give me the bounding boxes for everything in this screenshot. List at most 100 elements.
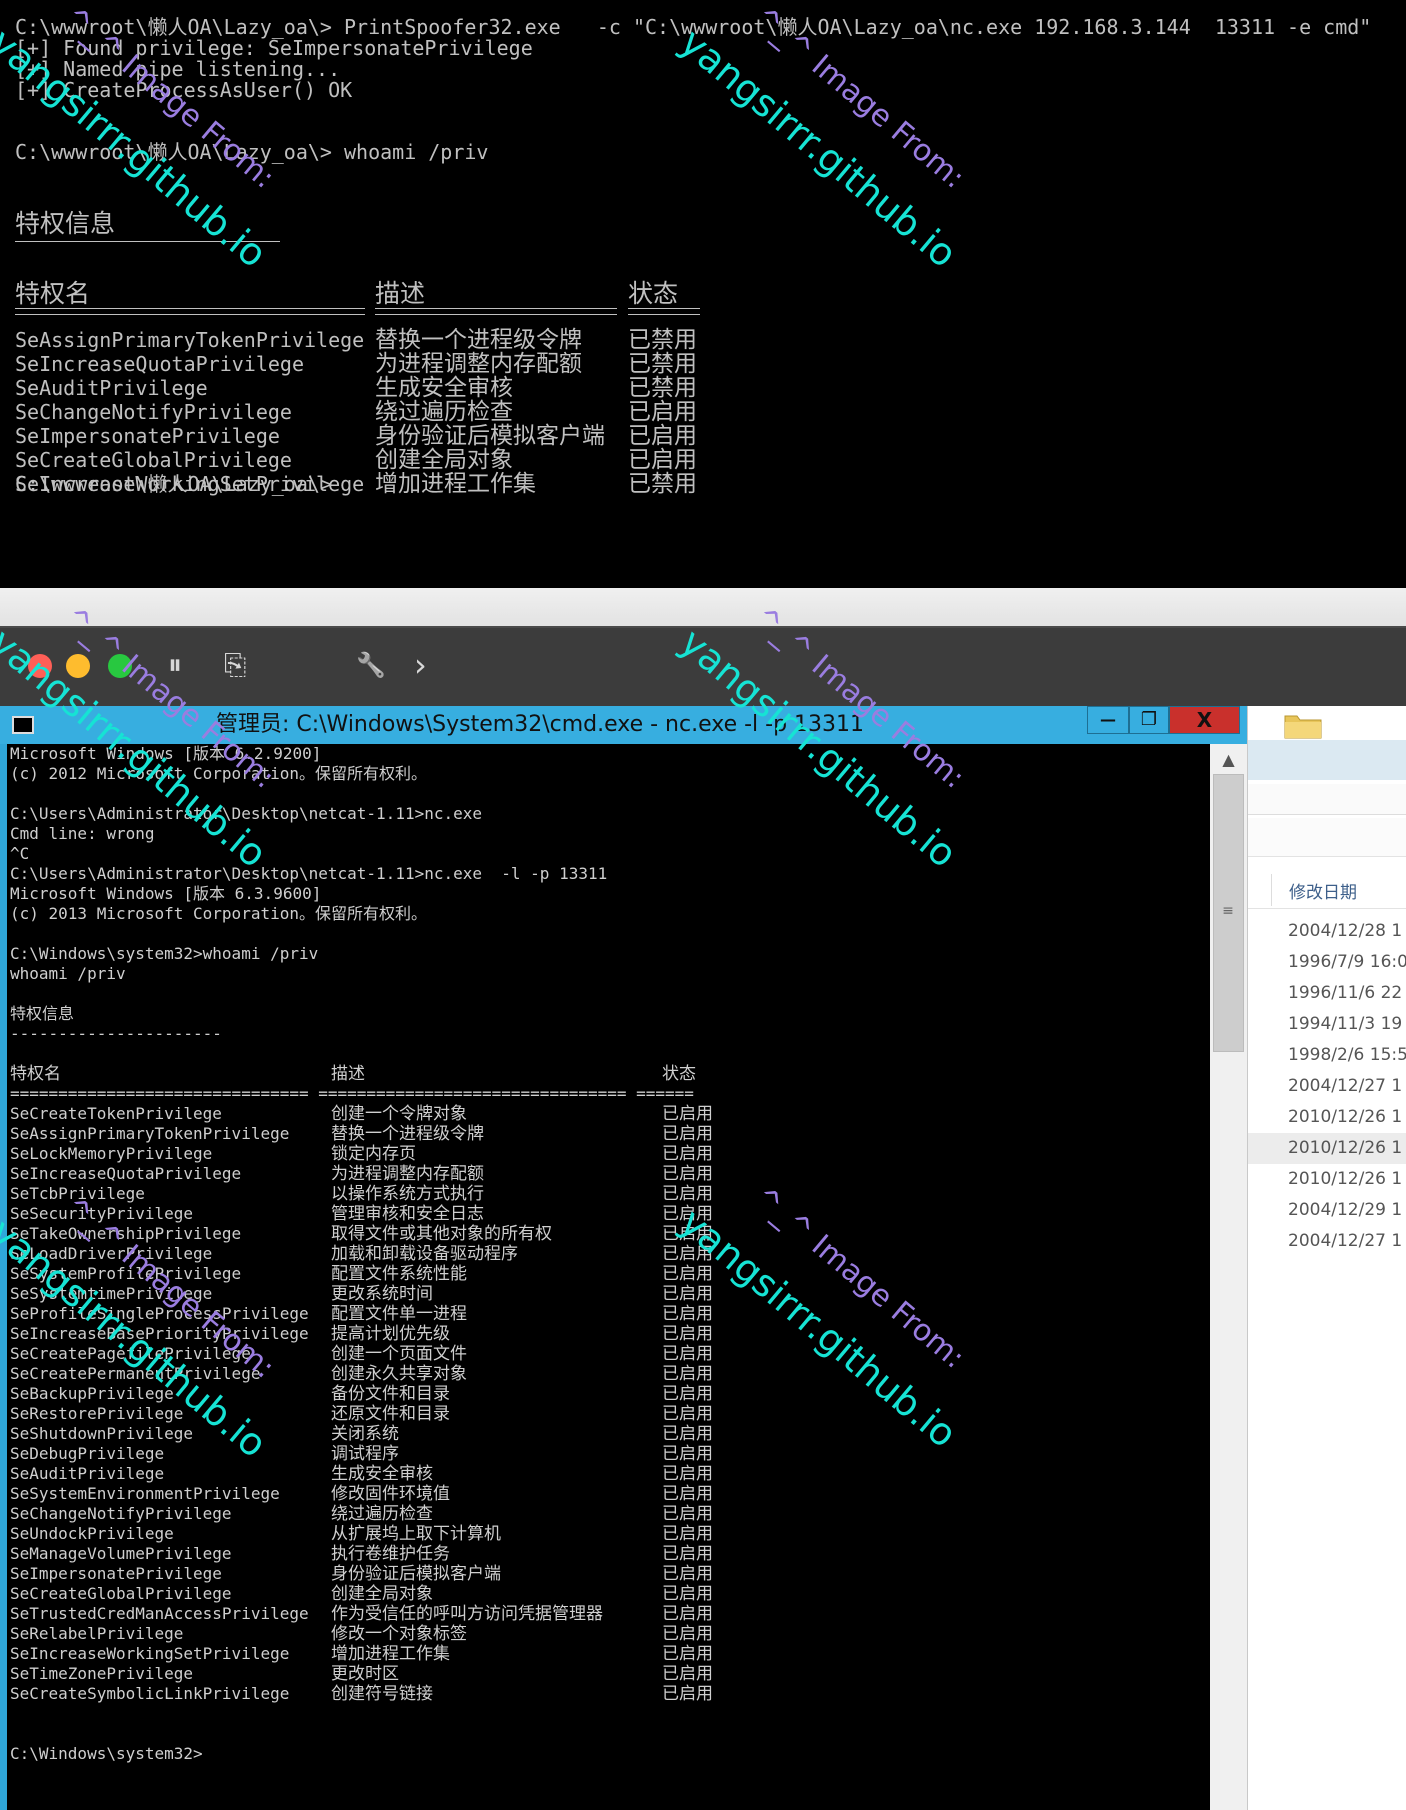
privilege-state: 已启用 [662, 1564, 713, 1584]
privilege-state: 已启用 [662, 1404, 713, 1424]
privilege-description: 还原文件和目录 [331, 1404, 450, 1424]
privilege-description: 绕过遍历检查 [331, 1504, 433, 1524]
cmd-header-desc: 描述 [331, 1064, 365, 1084]
privilege-description: 生成安全审核 [331, 1464, 433, 1484]
close-traffic-light[interactable] [28, 654, 52, 678]
file-row[interactable]: 2010/12/26 1 [1248, 1102, 1406, 1133]
cmd-header-state: 状态 [662, 1064, 696, 1084]
explorer-address-bar[interactable] [1248, 784, 1406, 815]
privilege-description: 替换一个进程级令牌 [375, 327, 582, 353]
file-row[interactable]: 1996/7/9 16:0 [1248, 947, 1406, 978]
pause-icon[interactable]: ⏸ [168, 648, 182, 682]
privilege-state: 已启用 [662, 1244, 713, 1264]
privilege-name: SeTakeOwnershipPrivilege [10, 1224, 242, 1243]
privilege-description: 创建符号链接 [331, 1684, 433, 1704]
privilege-state: 已禁用 [628, 327, 697, 353]
wrench-icon[interactable]: 🔧 [356, 648, 386, 682]
file-modified-date: 1996/11/6 22 [1288, 983, 1403, 1003]
privilege-description: 取得文件或其他对象的所有权 [331, 1224, 552, 1244]
privilege-description: 作为受信任的呼叫方访问凭据管理器 [331, 1604, 603, 1624]
privilege-description: 为进程调整内存配额 [331, 1164, 484, 1184]
file-row[interactable]: 1996/11/6 22 [1248, 978, 1406, 1009]
privilege-name: SeUndockPrivilege [10, 1524, 174, 1543]
privilege-state: 已启用 [628, 447, 697, 473]
privilege-description: 替换一个进程级令牌 [331, 1124, 484, 1144]
file-row[interactable]: 2010/12/26 1 [1248, 1164, 1406, 1195]
console-line: C:\Windows\system32>whoami /priv [10, 944, 319, 963]
file-row[interactable]: 2010/12/26 1 [1248, 1133, 1406, 1164]
modified-date-column[interactable]: 修改日期 [1289, 878, 1357, 903]
privilege-state: 已启用 [662, 1464, 713, 1484]
privilege-name: SeChangeNotifyPrivilege [15, 400, 292, 424]
privilege-description: 备份文件和目录 [331, 1384, 450, 1404]
console-line: (c) 2012 Microsoft Corporation。保留所有权利。 [10, 764, 427, 783]
privilege-description: 关闭系统 [331, 1424, 399, 1444]
privilege-state: 已启用 [662, 1104, 713, 1124]
privilege-name: SeImpersonatePrivilege [10, 1564, 222, 1583]
cmd-prompt: C:\Windows\system32> [10, 1744, 203, 1763]
minimize-traffic-light[interactable] [66, 654, 90, 678]
privilege-name: SeCreateTokenPrivilege [10, 1104, 222, 1123]
cmd-console[interactable]: Microsoft Windows [版本 6.2.9200] (c) 2012 … [7, 744, 1210, 1810]
privilege-name: SeCreateGlobalPrivilege [10, 1584, 232, 1603]
privilege-description: 配置文件单一进程 [331, 1304, 467, 1324]
console-line: Microsoft Windows [版本 6.2.9200] [10, 744, 322, 763]
privilege-name: SeRestorePrivilege [10, 1404, 184, 1423]
close-button[interactable]: X [1169, 706, 1240, 734]
privilege-name: SeShutdownPrivilege [10, 1424, 194, 1443]
file-row[interactable]: 1994/11/3 19 [1248, 1009, 1406, 1040]
privilege-state: 已禁用 [628, 375, 697, 401]
file-modified-date: 2004/12/28 1 [1288, 921, 1403, 941]
privilege-name: SeTcbPrivilege [10, 1184, 145, 1203]
privilege-state: 已启用 [662, 1484, 713, 1504]
privilege-name: SeIncreaseWorkingSetPrivilege [15, 472, 365, 496]
privilege-name: SeBackupPrivilege [10, 1384, 174, 1403]
chevron-right-icon[interactable]: › [414, 648, 427, 682]
privilege-state: 已启用 [662, 1424, 713, 1444]
file-modified-date: 1996/7/9 16:0 [1288, 952, 1406, 972]
privilege-name: SeAuditPrivilege [15, 376, 208, 400]
privilege-name: SeDebugPrivilege [10, 1444, 165, 1463]
privilege-description: 创建一个令牌对象 [331, 1104, 467, 1124]
cmd-window-title: 管理员: C:\Windows\System32\cmd.exe - nc.ex… [215, 712, 865, 737]
file-modified-date: 2004/12/27 1 [1288, 1076, 1403, 1096]
screenshot-icon[interactable]: ⎘ [224, 648, 246, 682]
privilege-name: SeIncreaseWorkingSetPrivilege [10, 1644, 290, 1663]
file-row[interactable]: 2004/12/27 1 [1248, 1071, 1406, 1102]
privilege-description: 创建全局对象 [331, 1584, 433, 1604]
privilege-state: 已启用 [662, 1524, 713, 1544]
privilege-state: 已启用 [662, 1364, 713, 1384]
privilege-state: 已启用 [628, 399, 697, 425]
zoom-traffic-light[interactable] [108, 654, 132, 678]
scroll-up-arrow-icon[interactable]: ▲ [1213, 748, 1244, 772]
privilege-state: 已启用 [662, 1624, 713, 1644]
file-row[interactable]: 2004/12/28 1 [1248, 916, 1406, 947]
explorer-toolbar [1248, 818, 1406, 857]
top-header-rule [628, 308, 700, 315]
privilege-description: 执行卷维护任务 [331, 1544, 450, 1564]
privilege-state: 已启用 [662, 1164, 713, 1184]
privilege-description: 从扩展坞上取下计算机 [331, 1524, 501, 1544]
explorer-ribbon [1248, 740, 1406, 780]
privilege-name: SeTimeZonePrivilege [10, 1664, 194, 1683]
file-row[interactable]: 1998/2/6 15:5 [1248, 1040, 1406, 1071]
privilege-state: 已禁用 [628, 471, 697, 497]
minimize-button[interactable]: — [1087, 706, 1129, 734]
file-row[interactable]: 2004/12/29 1 [1248, 1195, 1406, 1226]
privilege-state: 已启用 [662, 1604, 713, 1624]
vm-toolbar [0, 628, 1406, 706]
privilege-name: SeCreateSymbolicLinkPrivilege [10, 1684, 290, 1703]
privilege-name: SeIncreaseQuotaPrivilege [10, 1164, 242, 1183]
privilege-name: SeLoadDriverPrivilege [10, 1244, 213, 1263]
console-line: ---------------------- [10, 1024, 222, 1043]
privilege-state: 已启用 [662, 1224, 713, 1244]
privilege-name: SeLockMemoryPrivilege [10, 1144, 213, 1163]
file-modified-date: 2004/12/29 1 [1288, 1200, 1403, 1220]
top-header-state: 状态 [628, 279, 679, 308]
top-header-desc: 描述 [375, 279, 426, 308]
console-line: Microsoft Windows [版本 6.3.9600] [10, 884, 322, 903]
privilege-description: 生成安全审核 [375, 375, 513, 401]
privilege-description: 加载和卸载设备驱动程序 [331, 1244, 518, 1264]
file-row[interactable]: 2004/12/27 1 [1248, 1226, 1406, 1257]
restore-button[interactable]: ❐ [1129, 706, 1169, 734]
